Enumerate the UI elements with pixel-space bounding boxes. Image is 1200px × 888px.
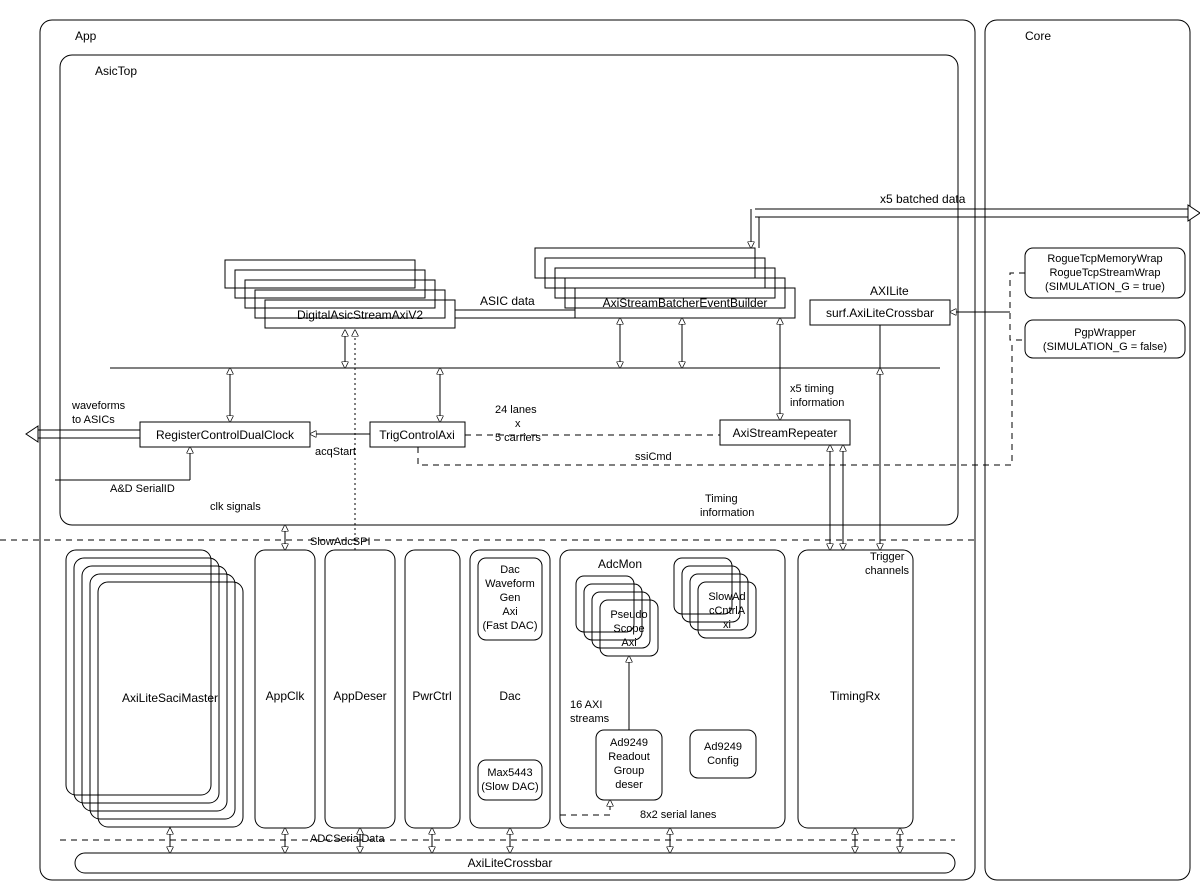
batcher-stack: AxiStreamBatcherEventBuilder — [535, 248, 795, 318]
ssicmd-label: ssiCmd — [635, 451, 672, 463]
svg-text:Ad9249: Ad9249 — [704, 741, 742, 753]
timing-x5-l1: x5 timing — [790, 383, 834, 395]
svg-text:Axi: Axi — [621, 637, 636, 649]
axi16-l2: streams — [570, 713, 610, 725]
appdeser-label: AppDeser — [333, 689, 386, 703]
svg-text:deser: deser — [615, 779, 643, 791]
pseudo-scope-stack: Pseudo Scope Axi — [576, 576, 658, 656]
svg-text:Readout: Readout — [608, 751, 650, 763]
timingrx-label: TimingRx — [830, 689, 880, 703]
svg-text:Scope: Scope — [613, 623, 644, 635]
timing-info-l1: Timing — [705, 493, 738, 505]
waveforms-l1: waveforms — [71, 400, 126, 412]
pwrctrl-label: PwrCtrl — [412, 689, 451, 703]
saci-master-stack: AxiLiteSaciMaster — [66, 550, 243, 827]
trigger-ch-l2: channels — [865, 565, 910, 577]
clk-signals-label: clk signals — [210, 501, 261, 513]
waveforms-l2: to ASICs — [72, 414, 115, 426]
adcmon-label: AdcMon — [598, 557, 642, 571]
svg-text:Axi: Axi — [502, 606, 517, 618]
digital-asic-stream-stack: DigitalAsicStreamAxiV2 — [225, 260, 455, 328]
svg-text:PgpWrapper: PgpWrapper — [1074, 327, 1136, 339]
timing-info-l2: information — [700, 507, 754, 519]
digital-asic-stream-label: DigitalAsicStreamAxiV2 — [297, 308, 423, 322]
appclk-label: AppClk — [266, 689, 306, 703]
svg-text:Config: Config — [707, 755, 739, 767]
svg-text:Gen: Gen — [500, 592, 521, 604]
svg-text:Max5443: Max5443 — [487, 767, 532, 779]
asictop-label: AsicTop — [95, 64, 137, 78]
dac-waveform-gen-box: Dac Waveform Gen Axi (Fast DAC) — [478, 558, 542, 640]
svg-text:Group: Group — [614, 765, 645, 777]
svg-text:(Slow DAC): (Slow DAC) — [481, 781, 538, 793]
lanes-l1: 24 lanes — [495, 404, 537, 416]
adc-serial-data-label: ADCSerialData — [310, 833, 385, 845]
svg-text:(SIMULATION_G = true): (SIMULATION_G = true) — [1045, 281, 1165, 293]
svg-text:Ad9249: Ad9249 — [610, 737, 648, 749]
rogue-wrap-box: RogueTcpMemoryWrap RogueTcpStreamWrap (S… — [1025, 248, 1185, 298]
core-label: Core — [1025, 29, 1051, 43]
serialid-label: A&D SerialID — [110, 483, 175, 495]
max5443-box: Max5443 (Slow DAC) — [478, 760, 542, 800]
surf-crossbar-label: surf.AxiLiteCrossbar — [826, 306, 934, 320]
svg-text:Pseudo: Pseudo — [610, 609, 647, 621]
axi-stream-repeater-label: AxiStreamRepeater — [733, 426, 838, 440]
adcmon-box — [560, 550, 785, 828]
core-container — [985, 20, 1190, 880]
bottom-crossbar-label: AxiLiteCrossbar — [468, 856, 553, 870]
ad9249-config-box: Ad9249 Config — [690, 730, 756, 778]
app-container — [40, 20, 975, 880]
dac-label: Dac — [499, 689, 520, 703]
lanes-l2: x — [515, 418, 521, 430]
svg-text:xi: xi — [723, 619, 731, 631]
ad9249-readout-box: Ad9249 Readout Group deser — [596, 730, 662, 800]
register-control-label: RegisterControlDualClock — [156, 428, 295, 442]
svg-text:Waveform: Waveform — [485, 578, 535, 590]
svg-text:RogueTcpMemoryWrap: RogueTcpMemoryWrap — [1047, 253, 1162, 265]
svg-text:(SIMULATION_G = false): (SIMULATION_G = false) — [1043, 341, 1167, 353]
svg-text:SlowAd: SlowAd — [708, 591, 745, 603]
batcher-label: AxiStreamBatcherEventBuilder — [603, 296, 768, 310]
asic-data-label: ASIC data — [480, 294, 535, 308]
axi16-l1: 16 AXI — [570, 699, 602, 711]
svg-text:(Fast DAC): (Fast DAC) — [483, 620, 538, 632]
trigger-ch-l1: Trigger — [870, 551, 905, 563]
app-label: App — [75, 29, 97, 43]
lanes-l3: 5 carriers — [495, 432, 541, 444]
slowadcspi-label: SlowAdcSPI — [310, 536, 371, 548]
timing-x5-l2: information — [790, 397, 844, 409]
svg-text:cCntrlA: cCntrlA — [709, 605, 746, 617]
svg-text:Dac: Dac — [500, 564, 520, 576]
trig-control-label: TrigControlAxi — [379, 428, 455, 442]
axilite-label: AXILite — [870, 284, 909, 298]
svg-text:RogueTcpStreamWrap: RogueTcpStreamWrap — [1049, 267, 1160, 279]
asictop-container — [60, 55, 958, 525]
pgp-wrapper-box: PgpWrapper (SIMULATION_G = false) — [1025, 320, 1185, 358]
saci-master-label: AxiLiteSaciMaster — [122, 691, 218, 705]
slow-adc-cntrl-stack: SlowAd cCntrlA xi — [674, 558, 756, 638]
batched-data-label: x5 batched data — [880, 192, 966, 206]
serial-lanes-label: 8x2 serial lanes — [640, 809, 717, 821]
acqstart-label: acqStart — [315, 446, 356, 458]
